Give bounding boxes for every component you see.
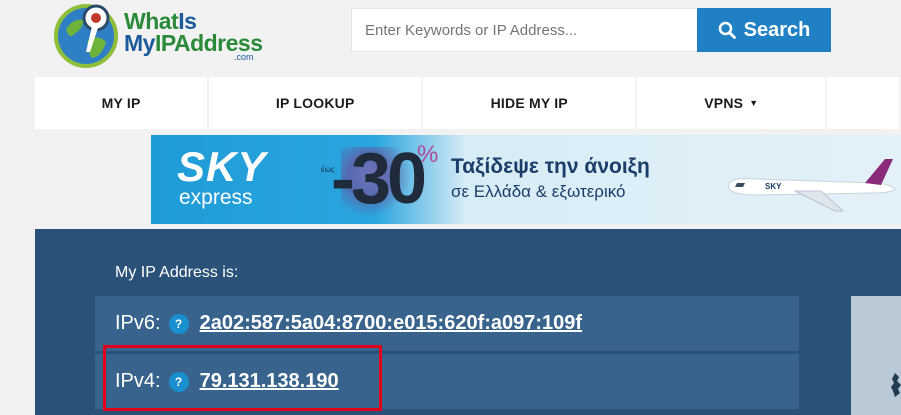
nav-item-my-ip[interactable]: MY IP: [35, 77, 208, 129]
map-landmass-icon: [891, 373, 901, 397]
nav-item-vpns[interactable]: VPNS ▼: [637, 77, 826, 129]
sky-brand-subtext: express: [179, 186, 253, 209]
nav-item-label: MY IP: [101, 95, 141, 111]
airplane-icon: SKY: [728, 159, 896, 212]
logo-dotcom: .com: [234, 52, 254, 62]
promo-discount: -30: [331, 139, 427, 219]
search-icon: [718, 21, 736, 39]
search-button[interactable]: Search: [697, 8, 831, 52]
main-nav: MY IP IP LOOKUP HIDE MY IP VPNS ▼: [35, 77, 901, 129]
nav-item-ip-lookup[interactable]: IP LOOKUP: [209, 77, 422, 129]
promo-subline: σε Ελλάδα & εξωτερικό: [451, 182, 626, 201]
globe-logo-icon: [54, 4, 118, 68]
ip-heading: My IP Address is:: [115, 264, 239, 281]
nav-item-label: HIDE MY IP: [490, 95, 568, 111]
promo-headline: Ταξίδεψε την άνοιξη: [451, 155, 650, 178]
ipv6-row: IPv6: ? 2a02:587:5a04:8700:e015:620f:a09…: [95, 296, 799, 351]
site-logo[interactable]: WhatIs MyIPAddress .com: [50, 0, 270, 76]
help-icon[interactable]: ?: [168, 371, 189, 392]
ipv4-address-link[interactable]: 79.131.138.190: [200, 370, 339, 393]
nav-item-label: VPNS: [704, 95, 744, 111]
promo-percent: %: [417, 141, 439, 168]
ipv6-label: IPv6:: [115, 312, 161, 334]
nav-item-more[interactable]: [827, 77, 900, 129]
ipv4-row: IPv4: ? 79.131.138.190: [95, 354, 799, 409]
ipv6-address-link[interactable]: 2a02:587:5a04:8700:e015:620f:a097:109f: [200, 312, 583, 335]
logo-wordmark: WhatIs MyIPAddress: [124, 10, 263, 56]
ipv4-label: IPv4:: [115, 370, 161, 392]
logo-text-my: My: [124, 30, 155, 56]
search-button-label: Search: [743, 18, 811, 41]
search-input[interactable]: [351, 8, 697, 52]
help-icon[interactable]: ?: [168, 313, 189, 334]
nav-item-hide-my-ip[interactable]: HIDE MY IP: [423, 77, 636, 129]
sky-express-logo: SKY express: [177, 143, 267, 209]
sky-brand-text: SKY: [177, 143, 267, 190]
plane-livery-text: SKY: [765, 182, 782, 191]
caret-down-icon: ▼: [749, 98, 759, 108]
sky-express-banner-ad[interactable]: SKY express έως -30 % Ταξίδεψε την άνοιξ…: [151, 135, 901, 224]
my-ip-panel: My IP Address is: IPv6: ? 2a02:587:5a04:…: [35, 229, 901, 415]
nav-item-label: IP LOOKUP: [275, 95, 355, 111]
page: WhatIs MyIPAddress .com Search MY IP IP …: [0, 0, 901, 415]
